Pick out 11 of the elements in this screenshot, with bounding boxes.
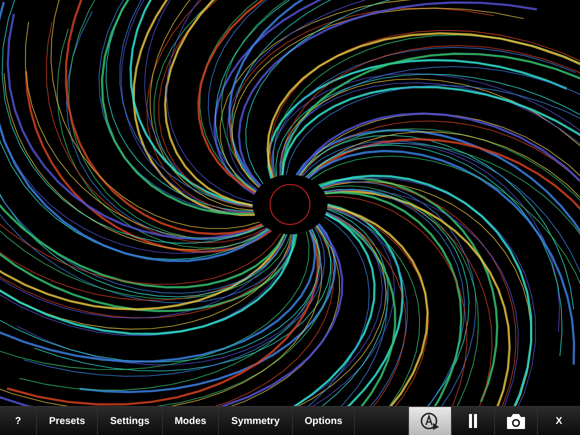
- camera-icon: [506, 414, 526, 428]
- pause-icon: [468, 414, 478, 428]
- autoplay-button[interactable]: [408, 407, 451, 435]
- menu-button[interactable]: Symmetry: [219, 407, 293, 435]
- menu-button[interactable]: Modes: [162, 407, 220, 435]
- menu-button[interactable]: ?: [0, 407, 37, 435]
- menu-button[interactable]: Presets: [37, 407, 98, 435]
- close-button[interactable]: X: [537, 407, 580, 435]
- autoplay-icon: [419, 411, 441, 431]
- menu-button[interactable]: Options: [292, 407, 356, 435]
- menu-button[interactable]: Settings: [98, 407, 163, 435]
